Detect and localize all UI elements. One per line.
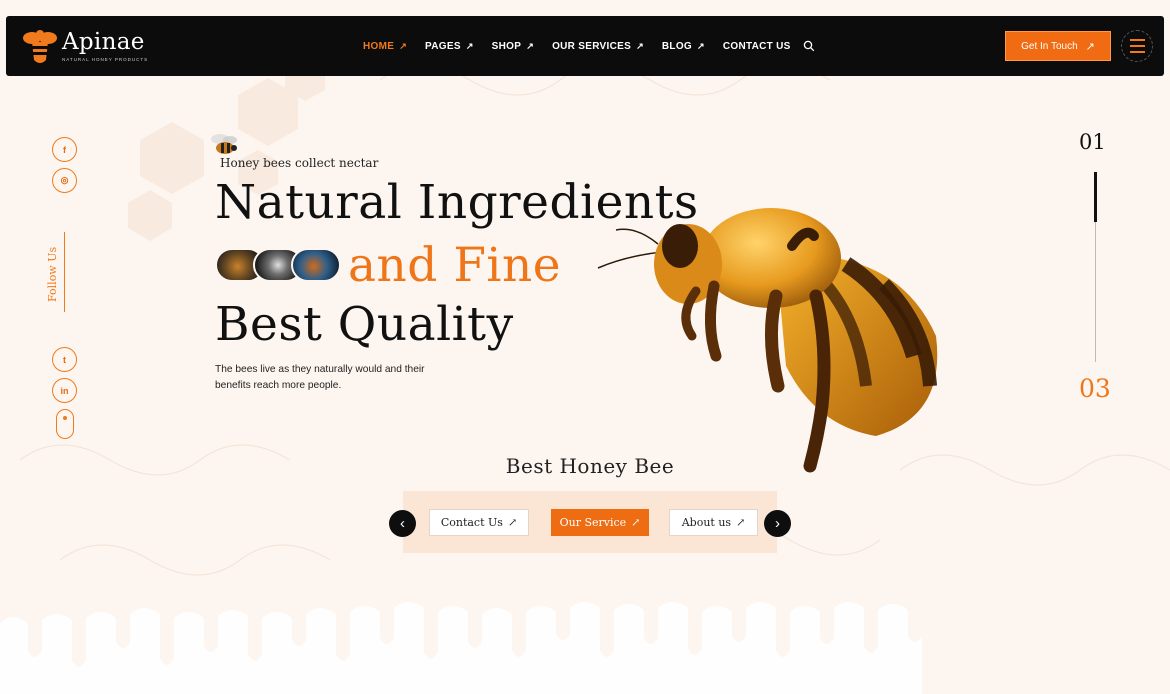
arrow-up-right-icon: ↗ xyxy=(526,40,535,51)
nav-item-label: OUR SERVICES xyxy=(552,40,632,52)
arrow-up-right-icon: ↗ xyxy=(1085,40,1095,53)
hero-eyebrow: Honey bees collect nectar xyxy=(220,156,379,170)
linkedin-icon[interactable]: in xyxy=(52,378,77,403)
button-label: Contact Us xyxy=(440,516,503,529)
twitter-icon[interactable]: t xyxy=(52,347,77,372)
arrow-up-right-icon: ↗ xyxy=(399,40,408,51)
hero-headline-line-3: Best Quality xyxy=(215,297,514,352)
nav-item-blog[interactable]: BLOG ↗ xyxy=(662,41,705,52)
hero-description: The bees live as they naturally would an… xyxy=(215,364,425,391)
honey-bee-illustration xyxy=(597,208,938,473)
thumbnail-image xyxy=(291,248,341,282)
arrow-up-right-icon: ↗ xyxy=(736,516,746,529)
arrow-up-right-icon: ↗ xyxy=(507,516,518,529)
nav-item-home[interactable]: HOME ↗ xyxy=(363,41,407,52)
next-arrow-icon[interactable]: › xyxy=(764,510,791,537)
nav-item-label: CONTACT US xyxy=(722,40,791,52)
search-icon[interactable] xyxy=(803,40,815,52)
site-header: Apinae NATURAL HONEY PRODUCTS HOME ↗ PAG… xyxy=(6,16,1164,76)
honeycomb-background xyxy=(19,56,1170,576)
brand-logo[interactable]: Apinae NATURAL HONEY PRODUCTS xyxy=(22,26,148,66)
hero-headline-line-2: and Fine xyxy=(348,238,562,293)
arrow-up-right-icon: ↗ xyxy=(631,516,641,529)
slide-total-number: 03 xyxy=(1079,374,1111,403)
about-us-button[interactable]: About us ↗ xyxy=(669,509,758,536)
nav-item-label: HOME xyxy=(363,40,395,52)
arrow-up-right-icon: ↗ xyxy=(697,40,705,51)
button-label: About us xyxy=(681,516,732,529)
get-in-touch-button[interactable]: Get In Touch ↗ xyxy=(1005,31,1111,61)
nav-item-pages[interactable]: PAGES ↗ xyxy=(425,41,474,52)
hero-thumbnail-group xyxy=(215,248,341,282)
nav-item-label: BLOG xyxy=(661,40,692,52)
arrow-up-right-icon: ↗ xyxy=(465,40,474,51)
follow-us-label-group: Follow Us xyxy=(42,232,72,312)
slide-progress-track xyxy=(1094,172,1097,362)
honey-drips-decoration xyxy=(0,602,922,694)
section-title: Best Honey Bee xyxy=(505,454,675,478)
slide-current-number: 01 xyxy=(1079,130,1106,154)
slide-progress-indicator xyxy=(1094,172,1097,222)
facebook-icon[interactable]: f xyxy=(52,137,77,162)
scroll-mouse-icon[interactable] xyxy=(56,409,74,439)
hamburger-icon[interactable] xyxy=(1121,30,1153,62)
prev-arrow-icon[interactable]: ‹ xyxy=(389,510,416,537)
nav-item-our-services[interactable]: OUR SERVICES ↗ xyxy=(552,41,644,52)
contact-us-button[interactable]: Contact Us ↗ xyxy=(429,509,529,536)
arrow-up-right-icon: ↗ xyxy=(636,40,644,51)
button-label: Our Service xyxy=(559,516,627,529)
our-service-button[interactable]: Our Service ↗ xyxy=(551,509,649,536)
follow-divider xyxy=(64,232,65,312)
cta-label: Get In Touch xyxy=(1021,40,1078,52)
brand-tagline: NATURAL HONEY PRODUCTS xyxy=(62,57,149,62)
instagram-icon[interactable]: ◎ xyxy=(52,168,77,193)
follow-us-label: Follow Us xyxy=(46,246,59,302)
main-navigation: HOME ↗ PAGES ↗ SHOP ↗ OUR SERVICES ↗ BLO… xyxy=(363,16,809,76)
bee-logo-icon xyxy=(23,30,57,63)
brand-name: Apinae xyxy=(62,29,145,55)
nav-item-contact-us[interactable]: CONTACT US xyxy=(723,41,791,52)
nav-item-shop[interactable]: SHOP ↗ xyxy=(492,41,534,52)
nav-item-label: PAGES xyxy=(425,40,461,52)
nav-item-label: SHOP xyxy=(491,40,522,52)
